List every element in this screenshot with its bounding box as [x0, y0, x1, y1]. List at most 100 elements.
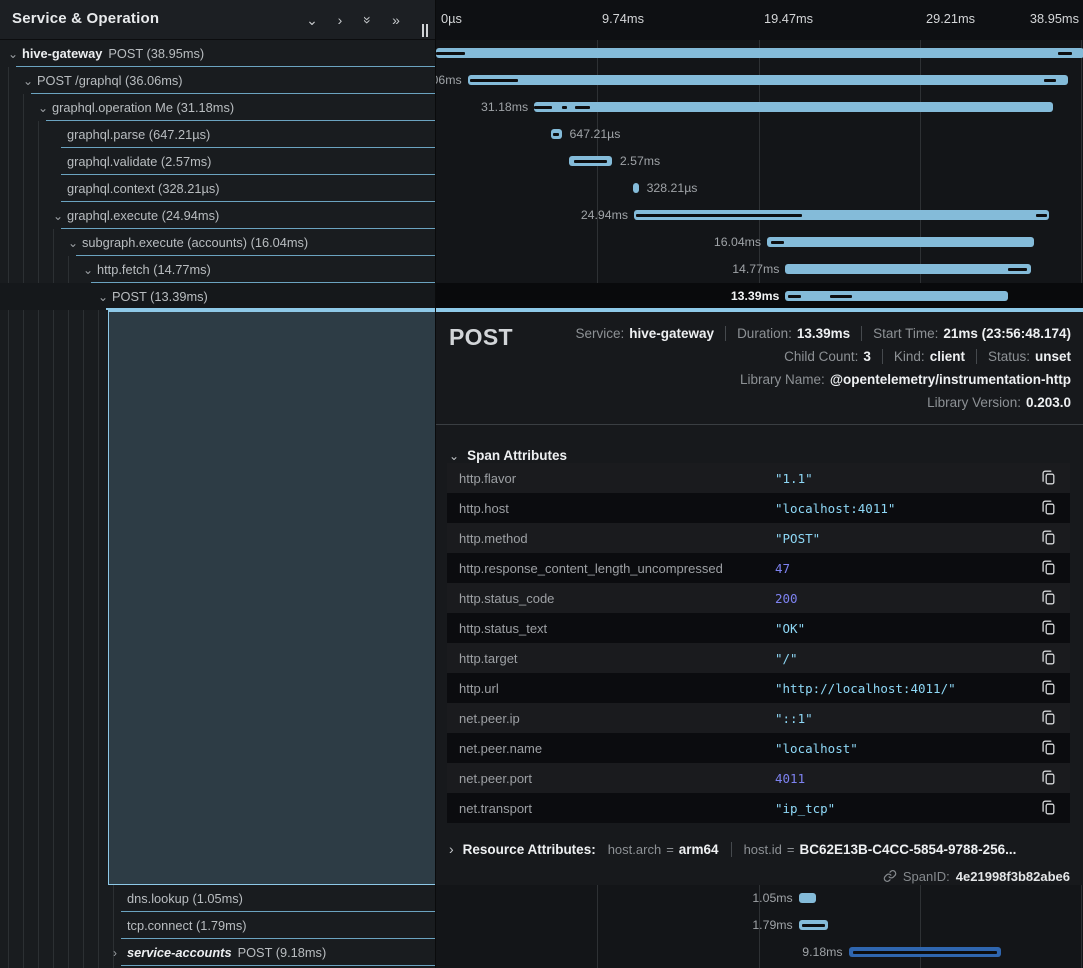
span-tree-row[interactable]: graphql.context (328.21µs)	[0, 175, 435, 202]
span-tree-row[interactable]: ⌄POST (13.39ms)	[0, 283, 435, 310]
span-tree-row[interactable]: ⌄graphql.execute (24.94ms)	[0, 202, 435, 229]
child-span-mark	[534, 106, 552, 109]
selected-span-left-panel	[108, 310, 435, 885]
child-span-mark	[575, 106, 591, 109]
chevron-down-icon[interactable]: ⌄	[53, 211, 67, 221]
attribute-row[interactable]: http.flavor"1.1"	[447, 463, 1070, 493]
chevron-down-icon[interactable]: ⌄	[38, 103, 52, 113]
copy-icon[interactable]	[1040, 770, 1056, 786]
copy-icon[interactable]	[1040, 530, 1056, 546]
span-tree-row[interactable]: graphql.parse (647.21µs)	[0, 121, 435, 148]
attribute-value: 200	[775, 591, 798, 606]
span-duration-bar[interactable]	[799, 920, 829, 930]
copy-icon[interactable]	[1040, 620, 1056, 636]
timeline-tick-label: 0µs	[441, 11, 462, 26]
attribute-row[interactable]: net.peer.port4011	[447, 763, 1070, 793]
attribute-row[interactable]: http.method"POST"	[447, 523, 1070, 553]
copy-icon[interactable]	[1040, 560, 1056, 576]
copy-icon[interactable]	[1040, 710, 1056, 726]
span-bar-row[interactable]: 36.06ms	[436, 67, 1083, 94]
child-span-mark	[802, 924, 826, 927]
double-chevron-down-icon[interactable]: »	[361, 13, 375, 27]
timeline-ruler[interactable]: 0µs9.74ms19.47ms29.21ms38.95ms	[436, 0, 1083, 40]
span-duration-bar[interactable]	[569, 156, 612, 166]
span-tree-row[interactable]: ⌄graphql.operation Me (31.18ms)	[0, 94, 435, 121]
link-icon[interactable]	[883, 869, 897, 883]
span-bar-row[interactable]: 16.04ms	[436, 229, 1083, 256]
attribute-row[interactable]: net.peer.ip"::1"	[447, 703, 1070, 733]
attribute-row[interactable]: net.transport"ip_tcp"	[447, 793, 1070, 823]
span-duration-bar[interactable]	[849, 947, 1002, 957]
attribute-row[interactable]: http.host"localhost:4011"	[447, 493, 1070, 523]
copy-icon[interactable]	[1040, 500, 1056, 516]
span-bar-row[interactable]: 31.18ms	[436, 94, 1083, 121]
span-bar-row[interactable]: 328.21µs	[436, 175, 1083, 202]
copy-icon[interactable]	[1040, 680, 1056, 696]
span-meta-line: Library Name:@opentelemetry/instrumentat…	[740, 368, 1071, 390]
span-id-label: SpanID:	[903, 869, 950, 884]
span-duration-bar[interactable]	[799, 893, 816, 903]
span-tree-row[interactable]: ⌄POST /graphql (36.06ms)	[0, 67, 435, 94]
span-duration-bar[interactable]	[633, 183, 638, 193]
attribute-row[interactable]: http.status_code200	[447, 583, 1070, 613]
span-duration-bar[interactable]	[767, 237, 1034, 247]
span-tree-row[interactable]: ›service-accountsPOST (9.18ms)	[0, 939, 435, 966]
meta-separator	[861, 326, 862, 341]
chevron-right-icon[interactable]: ›	[113, 948, 127, 958]
span-tree-row[interactable]: dns.lookup (1.05ms)	[0, 885, 435, 912]
chevron-down-icon[interactable]: ⌄	[68, 238, 82, 248]
chevron-down-icon[interactable]: ⌄	[98, 292, 112, 302]
span-bar-row[interactable]: 1.05ms	[436, 885, 1083, 912]
drag-handle-icon[interactable]	[422, 24, 430, 37]
span-bar-row[interactable]: 13.39ms	[436, 283, 1083, 310]
attribute-value: 47	[775, 561, 790, 576]
span-tree-row[interactable]: ⌄http.fetch (14.77ms)	[0, 256, 435, 283]
span-tree-row[interactable]: graphql.validate (2.57ms)	[0, 148, 435, 175]
span-duration-bar[interactable]	[785, 264, 1031, 274]
span-attributes-toggle[interactable]: ⌄ Span Attributes	[449, 448, 567, 463]
copy-icon[interactable]	[1040, 650, 1056, 666]
span-duration-bar[interactable]	[634, 210, 1049, 220]
span-duration-bar[interactable]	[534, 102, 1053, 112]
span-bar-row[interactable]: 24.94ms	[436, 202, 1083, 229]
span-duration-label: 647.21µs	[570, 127, 621, 141]
double-chevron-right-icon[interactable]: »	[389, 13, 403, 27]
span-duration-bar[interactable]	[551, 129, 562, 139]
span-bar-row[interactable]	[436, 40, 1083, 67]
copy-icon[interactable]	[1040, 470, 1056, 486]
span-tree-row[interactable]: ⌄subgraph.execute (accounts) (16.04ms)	[0, 229, 435, 256]
copy-icon[interactable]	[1040, 800, 1056, 816]
chevron-down-icon[interactable]: ⌄	[8, 49, 22, 59]
chevron-down-icon[interactable]: ⌄	[23, 76, 37, 86]
meta-separator	[725, 326, 726, 341]
attribute-row[interactable]: http.status_text"OK"	[447, 613, 1070, 643]
span-attributes-title: Span Attributes	[467, 448, 567, 463]
attribute-value: "ip_tcp"	[775, 801, 835, 816]
span-duration-bar[interactable]	[436, 48, 1083, 58]
resource-attributes-row[interactable]: ›Resource Attributes:host.arch=arm64host…	[449, 837, 1070, 861]
span-operation-label: subgraph.execute (accounts) (16.04ms)	[82, 235, 308, 250]
copy-icon[interactable]	[1040, 740, 1056, 756]
chevron-down-icon[interactable]: ⌄	[83, 265, 97, 275]
span-tree-row[interactable]: tcp.connect (1.79ms)	[0, 912, 435, 939]
span-row-underline	[121, 965, 435, 966]
attribute-row[interactable]: http.target"/"	[447, 643, 1070, 673]
attribute-row[interactable]: http.response_content_length_uncompresse…	[447, 553, 1070, 583]
chevron-down-icon[interactable]: ⌄	[305, 13, 319, 27]
resource-separator	[731, 842, 732, 857]
span-bar-row[interactable]: 647.21µs	[436, 121, 1083, 148]
meta-label: Kind:	[894, 349, 925, 364]
attribute-row[interactable]: http.url"http://localhost:4011/"	[447, 673, 1070, 703]
copy-icon[interactable]	[1040, 590, 1056, 606]
timeline-tick-label: 38.95ms	[1030, 11, 1079, 26]
span-bar-row[interactable]: 2.57ms	[436, 148, 1083, 175]
span-duration-bar[interactable]	[468, 75, 1068, 85]
chevron-right-icon[interactable]: ›	[333, 13, 347, 27]
attribute-row[interactable]: net.peer.name"localhost"	[447, 733, 1070, 763]
child-span-mark	[788, 295, 801, 298]
span-bar-row[interactable]: 1.79ms	[436, 912, 1083, 939]
span-tree-row[interactable]: ⌄hive-gatewayPOST (38.95ms)	[0, 40, 435, 67]
span-bar-row[interactable]: 9.18ms	[436, 939, 1083, 966]
span-bar-row[interactable]: 14.77ms	[436, 256, 1083, 283]
span-duration-bar[interactable]	[785, 291, 1008, 301]
